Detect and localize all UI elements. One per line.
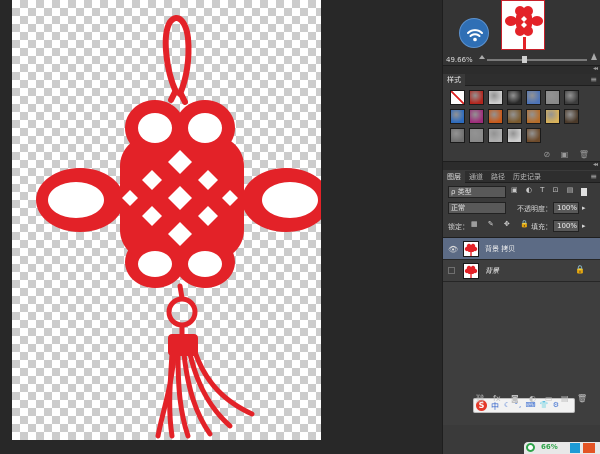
layer-filter-row: ρ 类型 ▣ ◐ T ⊡ ▤	[443, 185, 600, 199]
fill-dropdown-icon[interactable]: ▸	[582, 222, 586, 230]
panel-collapse-bar-2[interactable]: ◂◂	[443, 161, 600, 170]
zoom-slider-handle[interactable]	[522, 56, 527, 63]
style-swatch[interactable]	[545, 109, 560, 124]
wifi-icon[interactable]	[459, 18, 489, 48]
new-layer-icon[interactable]: ▤	[561, 394, 569, 403]
style-swatch[interactable]	[564, 109, 579, 124]
document-workspace[interactable]	[0, 0, 442, 454]
style-swatch[interactable]	[507, 128, 522, 143]
style-swatch[interactable]	[469, 90, 484, 105]
link-layers-icon[interactable]: ⛓	[475, 394, 485, 403]
style-swatch[interactable]	[488, 128, 503, 143]
opacity-field[interactable]: 100%	[553, 202, 579, 214]
style-swatch[interactable]	[450, 109, 465, 124]
style-swatch[interactable]	[450, 128, 465, 143]
navigator-panel: 49.66%	[443, 0, 600, 66]
fill-label: 填充：	[531, 223, 552, 231]
fx-icon[interactable]: fx	[493, 394, 501, 403]
progress-ring-icon	[526, 443, 535, 452]
styles-panel: 样式 ≡ ⊘ ▣ 🗑	[443, 74, 600, 162]
style-swatch[interactable]	[545, 90, 560, 105]
zoom-level[interactable]: 49.66%	[446, 56, 473, 64]
eye-icon[interactable]: 👁	[448, 245, 458, 254]
zoom-in-icon[interactable]	[591, 53, 597, 60]
document-canvas[interactable]	[12, 0, 321, 440]
system-tray-widget[interactable]: 66%	[524, 442, 600, 454]
style-swatch[interactable]	[507, 90, 522, 105]
zoom-out-icon[interactable]	[479, 55, 485, 59]
style-swatch[interactable]	[469, 128, 484, 143]
new-group-icon[interactable]: ▭	[545, 394, 553, 403]
style-swatch[interactable]	[526, 128, 541, 143]
panel-collapse-bar[interactable]: ◂◂	[443, 65, 600, 74]
knot-thumbnail-icon	[464, 265, 478, 278]
adjustment-layer-icon[interactable]: ◐	[529, 394, 536, 403]
layer-thumbnail[interactable]	[463, 241, 479, 257]
layer-row-background-copy[interactable]: 👁 背景 拷贝	[443, 238, 600, 260]
wifi-glyph-icon	[467, 29, 483, 42]
tab-paths[interactable]: 路径	[487, 171, 509, 183]
style-swatch[interactable]	[526, 90, 541, 105]
collapse-arrows-icon-2[interactable]: ◂◂	[593, 161, 598, 168]
style-swatch[interactable]	[469, 109, 484, 124]
styles-footer-icons[interactable]: ⊘ ▣ 🗑	[543, 150, 593, 159]
navigator-knot-thumbnail	[505, 6, 543, 49]
style-swatch[interactable]	[564, 90, 579, 105]
panel-menu-icon[interactable]: ≡	[590, 75, 597, 84]
blend-row: 正常 不透明度： 100% ▸	[443, 201, 600, 215]
tab-history[interactable]: 历史记录	[509, 171, 545, 183]
filter-toggle[interactable]	[581, 188, 587, 196]
layer-name[interactable]: 背景 拷贝	[485, 244, 515, 254]
layers-menu-icon[interactable]: ≡	[590, 172, 597, 181]
layers-tabstrip: 图层 通道 路径 历史记录 ≡	[443, 171, 600, 183]
tray-app-icon[interactable]	[570, 443, 580, 453]
lock-option-icons[interactable]: ▦ ✎ ✥ 🔒	[471, 220, 533, 228]
fill-field[interactable]: 100%	[553, 220, 579, 232]
navigator-thumbnail[interactable]	[501, 0, 545, 50]
chinese-knot-artwork	[36, 15, 321, 439]
knot-thumbnail-icon	[464, 243, 478, 256]
zoom-slider[interactable]	[487, 59, 587, 61]
layer-name[interactable]: 背景	[485, 266, 499, 276]
layer-row-background[interactable]: 背景 🔒	[443, 260, 600, 282]
delete-layer-icon[interactable]: 🗑	[577, 394, 587, 403]
style-swatch[interactable]	[450, 90, 465, 105]
style-swatch[interactable]	[526, 109, 541, 124]
panel-dock: 49.66% ◂◂ 样式 ≡ ⊘ ▣ 🗑 ◂◂ 图层 通道 路径 历史记录 ≡ …	[442, 0, 600, 454]
tray-percent: 66%	[541, 443, 558, 451]
visibility-toggle-off[interactable]	[448, 267, 455, 274]
layers-panel: 图层 通道 路径 历史记录 ≡ ρ 类型 ▣ ◐ T ⊡ ▤ 正常 不透明度： …	[443, 171, 600, 454]
lock-label: 锁定：	[448, 223, 469, 231]
layer-filter-select[interactable]: ρ 类型	[448, 186, 506, 198]
lock-icon: 🔒	[575, 265, 585, 274]
add-mask-icon[interactable]: ◙	[511, 394, 519, 403]
blend-mode-select[interactable]: 正常	[448, 202, 506, 214]
tab-styles[interactable]: 样式	[443, 74, 465, 86]
opacity-label: 不透明度：	[517, 205, 552, 213]
tab-layers[interactable]: 图层	[443, 171, 465, 183]
opacity-dropdown-icon[interactable]: ▸	[582, 204, 586, 212]
style-swatch-grid	[450, 90, 580, 143]
collapse-arrows-icon[interactable]: ◂◂	[593, 65, 598, 72]
tab-channels[interactable]: 通道	[465, 171, 487, 183]
layer-thumbnail[interactable]	[463, 263, 479, 279]
style-swatch[interactable]	[488, 109, 503, 124]
style-swatch[interactable]	[507, 109, 522, 124]
lock-row: 锁定： ▦ ✎ ✥ 🔒 填充： 100% ▸	[443, 219, 600, 233]
tray-office-icon[interactable]	[583, 443, 595, 453]
styles-tabstrip: 样式 ≡	[443, 74, 600, 86]
filter-type-icons[interactable]: ▣ ◐ T ⊡ ▤	[511, 186, 576, 194]
layers-footer: ⛓ fx ◙ ◐ ▭ ▤ 🗑	[443, 393, 600, 407]
style-swatch[interactable]	[488, 90, 503, 105]
